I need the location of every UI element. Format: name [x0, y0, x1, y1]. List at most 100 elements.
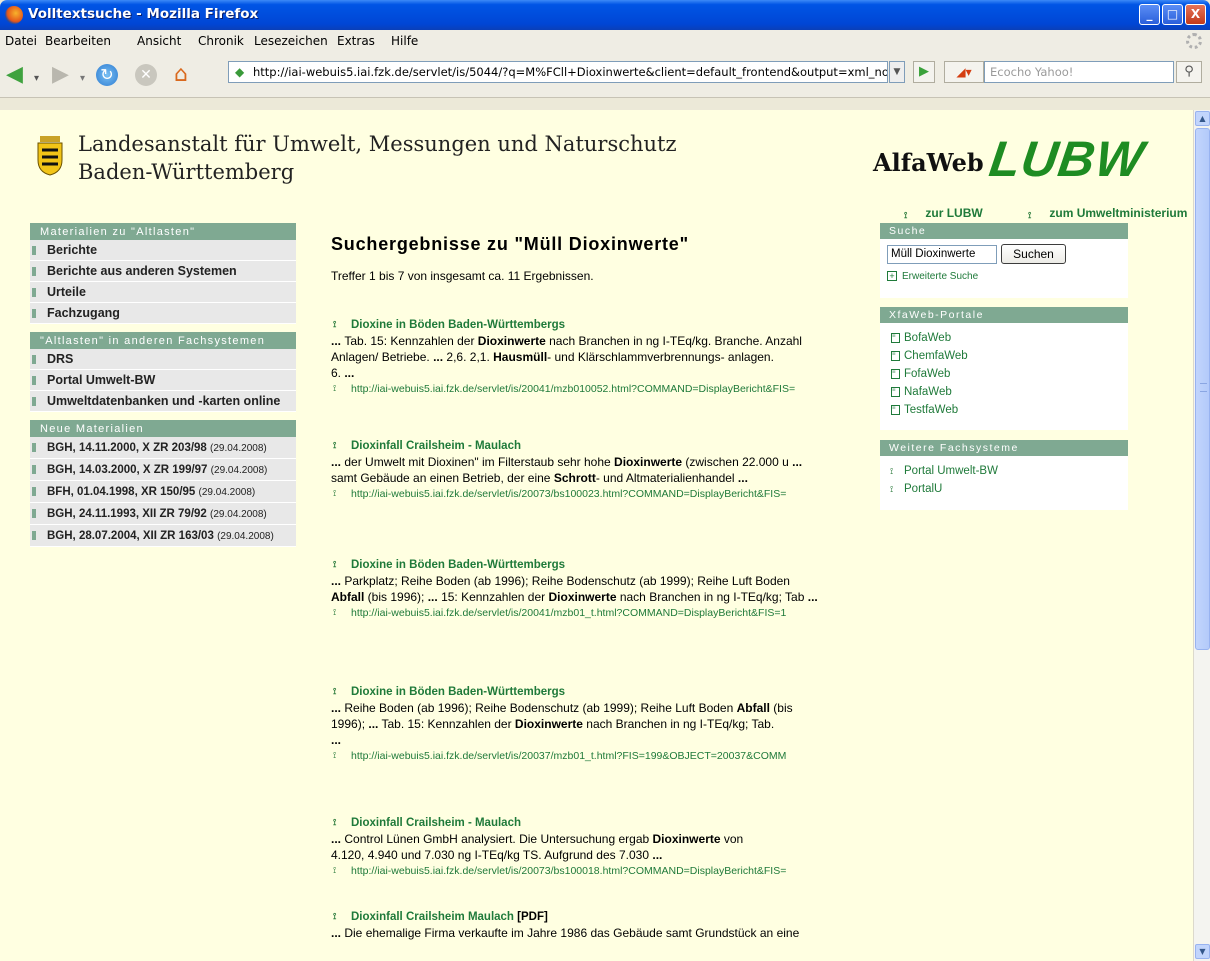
menu-datei[interactable]: Datei: [5, 34, 37, 48]
result-snippet: ... Die ehemalige Firma verkaufte im Jah…: [331, 926, 800, 940]
stop-icon[interactable]: ✕: [135, 64, 157, 86]
scrollbar-thumb[interactable]: [1195, 128, 1210, 650]
system-link[interactable]: ⟟ Portal Umwelt-BW: [880, 462, 1128, 480]
home-icon[interactable]: ⌂: [174, 64, 188, 86]
reload-icon[interactable]: ↻: [96, 64, 118, 86]
forward-icon[interactable]: ▶: [52, 64, 69, 86]
result-url-link[interactable]: ⟟ http://iai-webuis5.iai.fzk.de/servlet/i…: [331, 863, 851, 879]
result-item: ⟟ Dioxinfall Crailsheim - Maulach ... der…: [331, 438, 851, 502]
nav-item-label: Berichte: [47, 243, 98, 257]
nav-item-label: Umweltdatenbanken und -karten online: [47, 394, 281, 408]
result-title-text: Dioxinfall Crailsheim - Maulach: [351, 817, 521, 829]
nav-item-portal-umwelt[interactable]: Portal Umwelt-BW: [30, 370, 296, 391]
portal-link[interactable]: ≡ NafaWeb: [880, 383, 1128, 401]
result-title-link[interactable]: ⟟ Dioxinfall Crailsheim - Maulach: [331, 815, 851, 831]
nav-item-drs[interactable]: DRS: [30, 349, 296, 370]
search-heading: Suche: [880, 223, 1128, 239]
minimize-button[interactable]: _: [1139, 4, 1160, 25]
nav-item-umweltdatenbanken[interactable]: Umweltdatenbanken und -karten online: [30, 391, 296, 412]
result-count: Treffer 1 bis 7 von insgesamt ca. 11 Erg…: [331, 269, 594, 283]
menu-lesezeichen[interactable]: Lesezeichen: [254, 34, 328, 48]
result-url-link[interactable]: ⟟ http://iai-webuis5.iai.fzk.de/servlet/i…: [331, 486, 851, 502]
nav-item-material[interactable]: BGH, 28.07.2004, XII ZR 163/03 (29.04.20…: [30, 525, 296, 547]
result-title-link[interactable]: ⟟ Dioxinfall Crailsheim - Maulach: [331, 438, 851, 454]
back-icon[interactable]: ◀: [6, 64, 23, 86]
result-snippet: ... Parkplatz; Reihe Boden (ab 1996); Re…: [331, 574, 818, 604]
result-item: ⟟ Dioxinfall Crailsheim Maulach [PDF] ...…: [331, 909, 851, 941]
forward-dropdown-icon[interactable]: ▾: [80, 68, 85, 90]
scroll-up-icon[interactable]: ▲: [1195, 111, 1210, 126]
maximize-button[interactable]: □: [1162, 4, 1183, 25]
result-title-text: Dioxinfall Crailsheim Maulach: [351, 911, 514, 923]
result-snippet: ... Tab. 15: Kennzahlen der Dioxinwerte …: [331, 334, 802, 380]
portal-link[interactable]: ≡ FofaWeb: [880, 365, 1128, 383]
scroll-down-icon[interactable]: ▼: [1195, 944, 1210, 959]
result-title-link[interactable]: ⟟ Dioxine in Böden Baden-Württembergs: [331, 317, 851, 333]
nav-item-material[interactable]: BFH, 01.04.1998, XR 150/95 (29.04.2008): [30, 481, 296, 503]
go-icon[interactable]: ▶: [913, 61, 935, 83]
document-icon: ≡: [891, 387, 900, 397]
nav-item-urteile[interactable]: Urteile: [30, 282, 296, 303]
nav-item-material[interactable]: BGH, 14.03.2000, X ZR 199/97 (29.04.2008…: [30, 459, 296, 481]
result-title-link[interactable]: ⟟ Dioxine in Böden Baden-Württembergs: [331, 684, 851, 700]
throbber-icon: [1186, 33, 1202, 49]
result-url-link[interactable]: ⟟ http://iai-webuis5.iai.fzk.de/servlet/i…: [331, 605, 851, 621]
browser-search-input[interactable]: Ecocho Yahoo!: [984, 61, 1174, 83]
nav-item-label: DRS: [47, 352, 74, 366]
pdf-badge: [PDF]: [517, 911, 548, 923]
result-url-link[interactable]: ⟟ http://iai-webuis5.iai.fzk.de/servlet/i…: [331, 748, 851, 764]
rss-icon: ⟟: [333, 865, 337, 875]
result-title-link[interactable]: ⟟ Dioxinfall Crailsheim Maulach [PDF]: [331, 909, 851, 925]
menu-ansicht[interactable]: Ansicht: [137, 34, 181, 48]
back-dropdown-icon[interactable]: ▾: [34, 68, 39, 90]
close-button[interactable]: X: [1185, 4, 1206, 25]
menu-hilfe[interactable]: Hilfe: [391, 34, 418, 48]
search-input[interactable]: Müll Dioxinwerte: [887, 245, 997, 264]
link-zur-lubw[interactable]: ⟟ zur LUBW: [870, 206, 987, 220]
vertical-scrollbar[interactable]: ▲ ▼: [1193, 110, 1210, 961]
url-bar[interactable]: ◆ http://iai-webuis5.iai.fzk.de/servlet/i…: [228, 61, 888, 83]
nav-item-fachzugang[interactable]: Fachzugang: [30, 303, 296, 324]
menu-chronik[interactable]: Chronik: [198, 34, 244, 48]
title-bar[interactable]: Volltextsuche - Mozilla Firefox _ □ X: [0, 0, 1210, 30]
result-title-text: Dioxine in Böden Baden-Württembergs: [351, 686, 566, 698]
search-button[interactable]: Suchen: [1001, 244, 1066, 264]
search-icon[interactable]: ⚲: [1176, 61, 1202, 83]
result-url-link[interactable]: ⟟ http://iai-webuis5.iai.fzk.de/servlet/i…: [331, 381, 851, 397]
search-box: Suche Müll Dioxinwerte Suchen + Erweitert…: [880, 223, 1128, 298]
result-snippet: ... Control Lünen GmbH analysiert. Die U…: [331, 832, 744, 862]
nav-item-date: (29.04.2008): [198, 487, 256, 498]
portal-link[interactable]: ≡ BofaWeb: [880, 329, 1128, 347]
menu-bearbeiten[interactable]: Bearbeiten: [45, 34, 111, 48]
portal-link[interactable]: ≡ ChemfaWeb: [880, 347, 1128, 365]
advanced-search-link[interactable]: + Erweiterte Suche: [887, 271, 978, 282]
link-umweltministerium[interactable]: ⟟ zum Umweltministerium: [994, 206, 1191, 220]
nav-item-material[interactable]: BGH, 14.11.2000, X ZR 203/98 (29.04.2008…: [30, 437, 296, 459]
firefox-logo-icon: [5, 6, 23, 24]
nav-heading-materialien: Materialien zu "Altlasten": [30, 223, 296, 240]
nav-item-berichte-andere[interactable]: Berichte aus anderen Systemen: [30, 261, 296, 282]
system-link[interactable]: ⟟ PortalU: [880, 480, 1128, 498]
nav-heading-fachsysteme: "Altlasten" in anderen Fachsystemen: [30, 332, 296, 349]
menu-bar: Datei Bearbeiten Ansicht Chronik Lesezei…: [0, 30, 1210, 52]
menu-extras[interactable]: Extras: [337, 34, 375, 48]
url-text: http://iai-webuis5.iai.fzk.de/servlet/is…: [253, 65, 888, 79]
rss-icon: ⟟: [333, 686, 337, 696]
search-engine-icon[interactable]: ◢▾: [944, 61, 984, 83]
nav-item-berichte[interactable]: Berichte: [30, 240, 296, 261]
result-title-link[interactable]: ⟟ Dioxine in Böden Baden-Württembergs: [331, 557, 851, 573]
coat-of-arms-icon: [37, 136, 63, 176]
document-icon: ≡: [891, 369, 900, 379]
nav-item-date: (29.04.2008): [210, 465, 268, 476]
left-navigation: Materialien zu "Altlasten" Berichte Beri…: [30, 223, 296, 547]
bullet-icon: [32, 288, 36, 297]
rss-icon: ⟟: [333, 559, 337, 569]
url-dropdown-icon[interactable]: ▼: [889, 61, 905, 83]
rss-icon: ⟟: [333, 817, 337, 827]
portal-link[interactable]: ≡ TestfaWeb: [880, 401, 1128, 419]
nav-item-material[interactable]: BGH, 24.11.1993, XII ZR 79/92 (29.04.200…: [30, 503, 296, 525]
lubw-logo[interactable]: LUBW: [986, 130, 1148, 188]
result-item: ⟟ Dioxine in Böden Baden-Württembergs ...…: [331, 317, 851, 397]
result-item: ⟟ Dioxine in Böden Baden-Württembergs ...…: [331, 557, 851, 621]
rss-icon: ⟟: [333, 319, 337, 329]
